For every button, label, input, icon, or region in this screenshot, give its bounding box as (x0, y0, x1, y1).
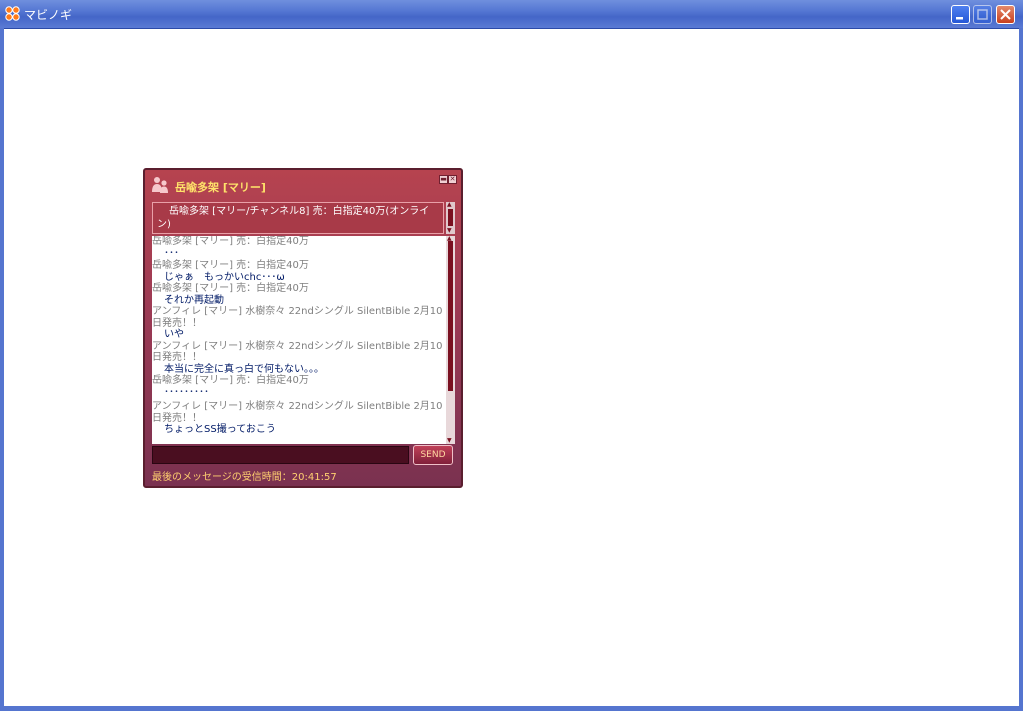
message: アンフィレ [マリー] 水樹奈々 22ndシングル SilentBible 2月… (152, 341, 446, 376)
message-sender: 岳喩多架 [マリー] 売：白指定40万 (152, 236, 309, 247)
app-icon (5, 6, 20, 21)
close-button[interactable] (996, 5, 1015, 24)
message-text: ちょっとSS撮っておこう (164, 424, 276, 435)
title-bar[interactable]: マビノギ (0, 0, 1023, 28)
message-text: じゃぁ もっかいchc･･･ω (164, 271, 285, 283)
message-log[interactable]: 岳喩多架 [マリー] 売：白指定40万 ･･･ 岳喩多架 [マリー] 売：白指定… (152, 236, 446, 444)
chat-header[interactable]: 岳喩多架 [マリー] ▬ ✕ (145, 170, 461, 200)
message-text: いや (164, 329, 184, 340)
chat-close-button[interactable]: ✕ (448, 175, 457, 184)
message-sender: アンフィレ [マリー] 水樹奈々 22ndシングル SilentBible 2月… (152, 340, 443, 364)
message-sender: 岳喩多架 [マリー] 売：白指定40万 (152, 260, 309, 271)
minimize-button[interactable] (951, 5, 970, 24)
chat-minimize-button[interactable]: ▬ (439, 175, 448, 184)
partner-status-line-cont: ン) (157, 219, 171, 230)
send-button[interactable]: SEND (413, 445, 453, 465)
log-scrollbar[interactable]: ▲ ▼ (446, 236, 455, 444)
window-frame-right (1019, 28, 1023, 711)
scroll-thumb[interactable] (448, 241, 453, 391)
minimize-icon: ▬ (440, 175, 447, 183)
message: アンフィレ [マリー] 水樹奈々 22ndシングル SilentBible 2月… (152, 306, 446, 341)
close-icon: ✕ (449, 175, 456, 183)
message-sender: アンフィレ [マリー] 水樹奈々 22ndシングル SilentBible 2月… (152, 401, 443, 424)
partner-status-line: 岳喩多架 [マリー/チャンネル8] 売：白指定40万(オンライ (169, 206, 430, 217)
whisper-chat-window[interactable]: 岳喩多架 [マリー] ▬ ✕ 岳喩多架 [マリー/チャンネル8] 売：白指定40… (143, 168, 463, 488)
message-text: ･･･ (164, 247, 179, 259)
partner-status: 岳喩多架 [マリー/チャンネル8] 売：白指定40万(オンライ ン) (152, 202, 444, 234)
message-sender: 岳喩多架 [マリー] 売：白指定40万 (152, 375, 309, 386)
scroll-up-icon[interactable]: ▲ (447, 202, 452, 208)
message: アンフィレ [マリー] 水樹奈々 22ndシングル SilentBible 2月… (152, 401, 446, 436)
window-frame-bottom (0, 706, 1023, 711)
message: 岳喩多架 [マリー] 売：白指定40万 それか再起動 (152, 283, 446, 306)
message: 岳喩多架 [マリー] 売：白指定40万 ･････････ (152, 375, 446, 398)
maximize-icon (977, 9, 988, 20)
message-text: 本当に完全に真っ白で何もない。。。 (164, 363, 324, 375)
message-sender: アンフィレ [マリー] 水樹奈々 22ndシングル SilentBible 2月… (152, 306, 443, 329)
message-sender: 岳喩多架 [マリー] 売：白指定40万 (152, 283, 309, 294)
chat-title: 岳喩多架 [マリー] (175, 181, 266, 194)
window-title: マビノギ (24, 8, 73, 22)
message-text: ･････････ (164, 386, 209, 398)
people-icon (152, 177, 168, 193)
message: 岳喩多架 [マリー] 売：白指定40万 ･･･ (152, 236, 446, 259)
last-received-time: 最後のメッセージの受信時間：20:41:57 (152, 472, 337, 483)
message-text: それか再起動 (164, 294, 224, 306)
scroll-thumb[interactable] (448, 209, 453, 226)
message-input[interactable] (152, 446, 409, 464)
minimize-icon (956, 17, 963, 20)
message: 岳喩多架 [マリー] 売：白指定40万 じゃぁ もっかいchc･･･ω (152, 260, 446, 283)
scroll-down-icon[interactable]: ▼ (447, 438, 452, 444)
maximize-button[interactable] (973, 5, 992, 24)
close-icon (1000, 9, 1011, 20)
status-scrollbar[interactable]: ▲ ▼ (446, 202, 455, 234)
scroll-down-icon[interactable]: ▼ (447, 228, 452, 234)
